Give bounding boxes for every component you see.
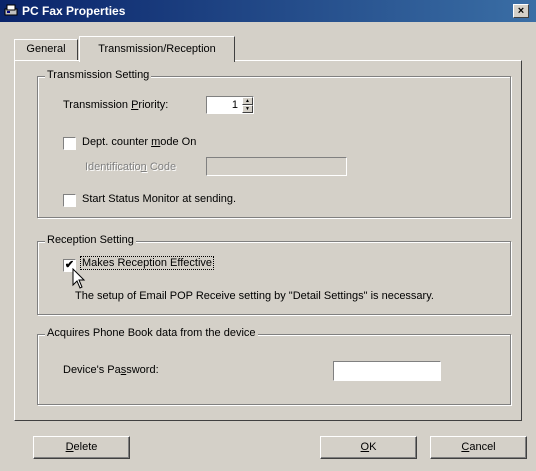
close-icon: × — [517, 5, 525, 17]
chevron-up-icon: ▲ — [245, 98, 250, 104]
status-monitor-checkbox[interactable] — [63, 194, 76, 207]
tab-general[interactable]: General — [14, 39, 78, 60]
transmission-setting-legend: Transmission Setting — [45, 69, 152, 81]
dept-counter-checkbox[interactable] — [63, 137, 76, 150]
title-bar: PC Fax Properties × — [0, 0, 536, 22]
device-password-label: Device's Password: — [63, 364, 159, 376]
spinner-down-button[interactable]: ▼ — [242, 105, 253, 113]
reception-effective-label: Makes Reception Effective — [80, 256, 215, 270]
phonebook-legend: Acquires Phone Book data from the device — [45, 327, 258, 339]
status-monitor-label: Start Status Monitor at sending. — [82, 193, 237, 205]
reception-effective-text: Makes Reception Effective — [80, 256, 215, 270]
reception-setting-legend: Reception Setting — [45, 234, 136, 246]
dept-counter-label: Dept. counter mode On — [82, 136, 197, 148]
identification-code-label: Identification Code — [85, 161, 177, 173]
identification-code-field[interactable] — [206, 157, 347, 176]
ok-button[interactable]: OK — [320, 436, 417, 459]
reception-note: The setup of Email POP Receive setting b… — [75, 290, 434, 302]
tab-transmission-reception[interactable]: Transmission/Reception — [79, 36, 235, 62]
tab-general-label: General — [26, 43, 66, 55]
tab-transmission-reception-label: Transmission/Reception — [98, 43, 216, 55]
reception-setting-group — [37, 241, 511, 315]
cancel-button[interactable]: Cancel — [430, 436, 527, 459]
close-button[interactable]: × — [513, 4, 529, 18]
chevron-down-icon: ▼ — [245, 106, 250, 112]
mouse-pointer-icon — [72, 268, 86, 289]
device-password-field[interactable] — [333, 361, 441, 381]
delete-button-label: Delete — [65, 441, 98, 453]
window-title: PC Fax Properties — [22, 4, 126, 18]
spinner-up-button[interactable]: ▲ — [242, 97, 253, 105]
transmission-priority-label: Transmission Priority: — [63, 99, 169, 111]
ok-button-label: OK — [360, 441, 377, 453]
cancel-button-label: Cancel — [461, 441, 496, 453]
delete-button[interactable]: Delete — [33, 436, 130, 459]
fax-icon — [4, 4, 18, 16]
